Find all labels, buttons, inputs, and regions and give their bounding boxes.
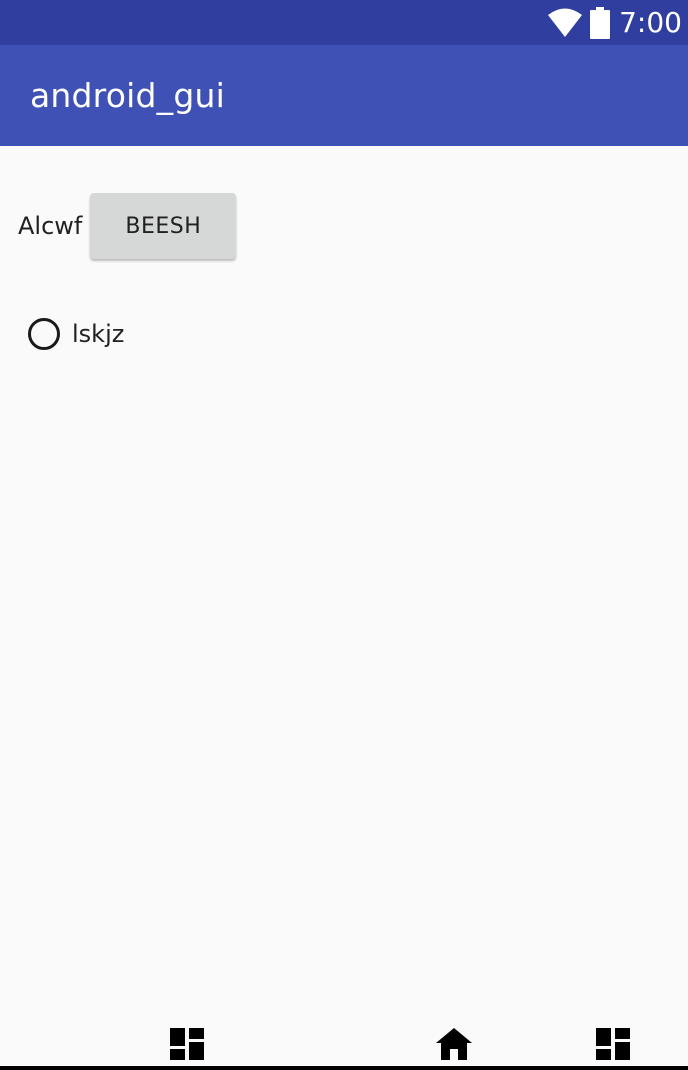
home-icon[interactable] bbox=[436, 1028, 472, 1064]
radio-unchecked-icon[interactable] bbox=[28, 318, 60, 350]
dashboard-icon[interactable] bbox=[170, 1028, 204, 1064]
content-area: Alcwf BEESH lskjz bbox=[0, 146, 688, 1036]
radio-label: lskjz bbox=[72, 320, 125, 348]
app-bar: android_gui bbox=[0, 45, 688, 146]
radio-button-lskjz[interactable]: lskjz bbox=[28, 314, 124, 354]
label-button-row: Alcwf BEESH bbox=[18, 193, 237, 259]
nav-bar-divider bbox=[0, 1066, 688, 1070]
wifi-icon bbox=[547, 8, 583, 38]
dashboard-icon[interactable] bbox=[596, 1028, 630, 1064]
navigation-bar bbox=[0, 1020, 688, 1070]
app-title: android_gui bbox=[30, 76, 225, 115]
status-icons: 7:00 bbox=[547, 0, 682, 45]
beesh-button[interactable]: BEESH bbox=[90, 193, 237, 259]
battery-icon bbox=[589, 6, 611, 39]
status-bar: 7:00 bbox=[0, 0, 688, 45]
status-clock: 7:00 bbox=[619, 6, 682, 39]
screen: 7:00 android_gui Alcwf BEESH lskjz bbox=[0, 0, 688, 1070]
text-label: Alcwf bbox=[18, 212, 83, 240]
